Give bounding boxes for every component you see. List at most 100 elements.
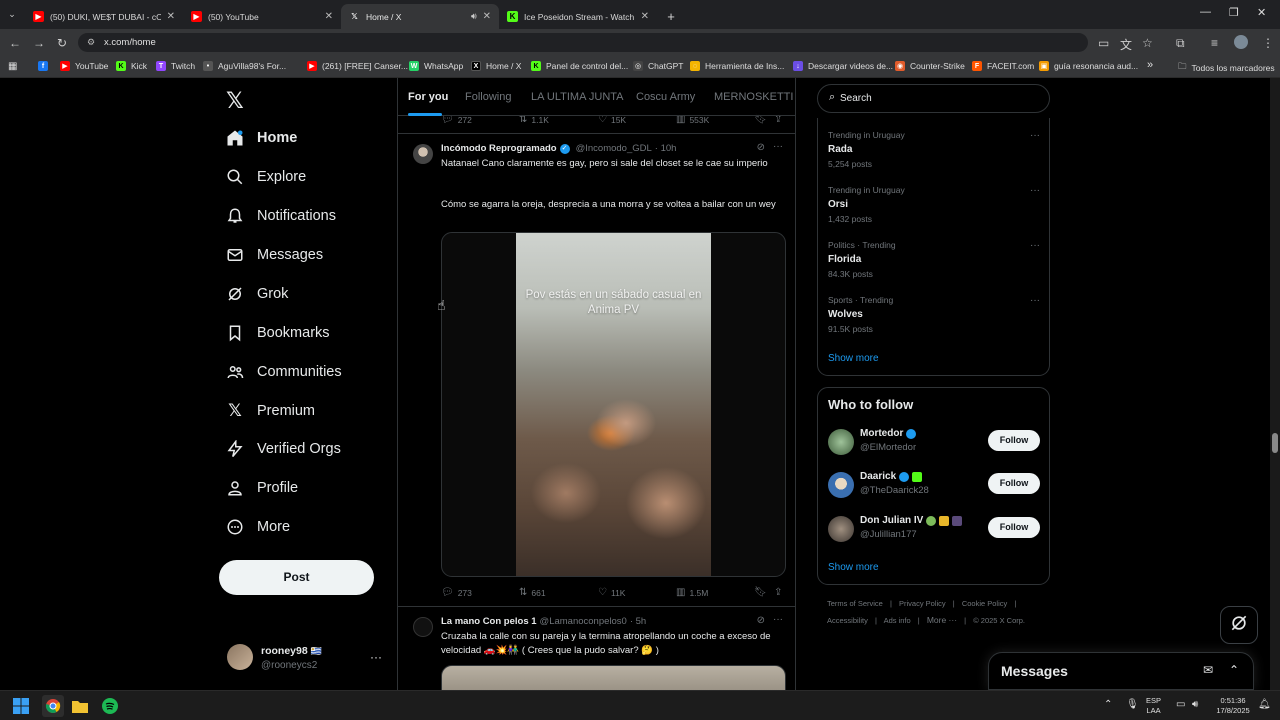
avatar[interactable]: [413, 617, 433, 637]
avatar[interactable]: [828, 429, 854, 455]
bookmark-descargar[interactable]: ↓ Descargar videos de...: [793, 61, 893, 71]
follow-button[interactable]: Follow: [988, 473, 1040, 494]
translate-icon[interactable]: 文: [1120, 36, 1132, 53]
tab-mernosketti[interactable]: MERNOSKETTI: [714, 91, 793, 103]
share-button[interactable]: ⇪: [774, 587, 786, 598]
show-more-link[interactable]: Show more: [828, 353, 879, 364]
bookmark-counter-strike[interactable]: ◉ Counter-Strike: [895, 61, 965, 71]
close-tab-icon[interactable]: ✕: [483, 11, 491, 22]
like-button[interactable]: ♡ 11K: [598, 587, 625, 598]
browser-tab-youtube[interactable]: ▶ (50) YouTube ✕: [183, 4, 341, 29]
chrome-menu-icon[interactable]: ⋮: [1262, 36, 1274, 50]
grok-button[interactable]: [1220, 606, 1258, 644]
sidebar-item-premium[interactable]: 𝕏 Premium: [226, 401, 315, 420]
account-menu-icon[interactable]: ···: [370, 650, 382, 664]
tweet-time[interactable]: · 5h: [630, 616, 646, 627]
new-message-icon[interactable]: ✉: [1203, 663, 1213, 677]
close-tab-icon[interactable]: ✕: [641, 11, 649, 22]
browser-tab-duki[interactable]: ▶ (50) DUKI, WE$T DUBAI - cONT ✕: [25, 4, 183, 29]
account-name[interactable]: rooney98 🇺🇾: [261, 645, 322, 657]
volume-icon[interactable]: 🔊︎: [1192, 700, 1198, 710]
avatar[interactable]: [413, 144, 433, 164]
file-explorer-icon[interactable]: [71, 697, 89, 715]
bookmark-kick[interactable]: K Kick: [116, 61, 147, 71]
more-options-icon[interactable]: ···: [1030, 130, 1040, 141]
close-tab-icon[interactable]: ✕: [167, 11, 175, 22]
windows-start-icon[interactable]: [12, 697, 30, 715]
follow-suggestion[interactable]: Mortedor @ElMortedor Follow: [828, 428, 1040, 458]
apps-icon[interactable]: ▦: [8, 61, 17, 72]
browser-tab-x-home[interactable]: 𝕏 Home / X 🔊︎ ✕: [341, 4, 499, 29]
sidebar-item-profile[interactable]: Profile: [226, 479, 298, 497]
tab-for-you[interactable]: For you: [408, 91, 448, 103]
author-name[interactable]: La mano Con pelos 1: [441, 616, 537, 627]
tweet-media[interactable]: Pov estás en un sábado casual en Anima P…: [441, 232, 786, 577]
extensions-icon[interactable]: ⧉: [1176, 36, 1185, 51]
address-bar[interactable]: ⚙ x.com/home: [78, 33, 1088, 52]
install-app-icon[interactable]: ▭: [1098, 36, 1109, 50]
sidebar-item-messages[interactable]: Messages: [226, 246, 323, 264]
sidebar-item-explore[interactable]: Explore: [226, 168, 306, 186]
bookmark-aguvilla[interactable]: • AguVilla98's For...: [203, 61, 286, 71]
microphone-icon[interactable]: 🎙︎: [1126, 700, 1139, 710]
bookmark-button[interactable]: 🔖︎: [754, 587, 771, 598]
views-button[interactable]: ▥ 1.5M: [676, 587, 708, 598]
bookmark-facebook[interactable]: f: [38, 61, 53, 71]
tab-search-button[interactable]: ⌄: [4, 6, 20, 22]
cookie-link[interactable]: Cookie Policy: [962, 599, 1007, 608]
author-handle[interactable]: @Lamanoconpelos0: [540, 616, 627, 627]
spotify-icon[interactable]: [101, 697, 119, 715]
all-bookmarks[interactable]: 🗀 Todos los marcadores: [1178, 61, 1275, 75]
bookmark-canser[interactable]: ▶ (261) [FREE] Canser...: [307, 61, 408, 71]
privacy-link[interactable]: Privacy Policy: [899, 599, 946, 608]
bookmark-chatgpt[interactable]: ◎ ChatGPT: [633, 61, 683, 71]
bookmark-herramienta[interactable]: ◌ Herramienta de Ins...: [690, 61, 784, 71]
restore-icon[interactable]: ❐: [1229, 6, 1239, 19]
follow-button[interactable]: Follow: [988, 430, 1040, 451]
repost-button[interactable]: ⇅ 661: [519, 587, 546, 598]
close-window-icon[interactable]: ✕: [1257, 6, 1266, 19]
bookmark-kick-panel[interactable]: K Panel de control del...: [531, 61, 628, 71]
bookmark-twitch[interactable]: T Twitch: [156, 61, 195, 71]
more-options-icon[interactable]: ···: [1030, 295, 1040, 306]
sidebar-item-communities[interactable]: Communities: [226, 363, 342, 381]
more-bookmarks-icon[interactable]: »: [1147, 59, 1153, 71]
browser-tab-kick[interactable]: K Ice Poseidon Stream - Watch Li ✕: [499, 4, 657, 29]
site-info-icon[interactable]: ⚙: [87, 33, 95, 52]
author-handle[interactable]: @Incomodo_GDL: [576, 143, 652, 154]
ads-info-link[interactable]: Ads info: [884, 616, 911, 625]
reload-icon[interactable]: ↻: [57, 36, 67, 50]
terms-link[interactable]: Terms of Service: [827, 599, 883, 608]
more-link[interactable]: More ···: [927, 615, 957, 625]
messages-drawer[interactable]: Messages ✉ ⌃: [988, 652, 1254, 690]
minimize-icon[interactable]: —: [1200, 6, 1211, 18]
follow-button[interactable]: Follow: [988, 517, 1040, 538]
sidebar-item-grok[interactable]: Grok: [226, 285, 288, 303]
network-icon[interactable]: ▭: [1176, 700, 1185, 710]
more-options-icon[interactable]: ···: [773, 614, 783, 625]
back-icon[interactable]: ←: [9, 36, 21, 50]
chevron-up-icon[interactable]: ⌃: [1104, 700, 1112, 710]
media-control-icon[interactable]: ≡: [1211, 36, 1218, 50]
reply-button[interactable]: 💬︎ 273: [441, 587, 472, 598]
bookmark-x-home[interactable]: X Home / X: [471, 61, 521, 71]
bookmark-star-icon[interactable]: ☆: [1142, 36, 1153, 50]
avatar[interactable]: [828, 516, 854, 542]
new-tab-button[interactable]: +: [662, 4, 680, 29]
chrome-icon[interactable]: [42, 695, 64, 717]
tab-following[interactable]: Following: [465, 91, 511, 103]
notification-icon[interactable]: 🔔︎: [1258, 700, 1271, 710]
bookmark-whatsapp[interactable]: W WhatsApp: [409, 61, 463, 71]
x-logo-icon[interactable]: 𝕏: [226, 88, 244, 114]
scrollbar-thumb[interactable]: [1272, 433, 1278, 453]
more-options-icon[interactable]: ···: [1030, 240, 1040, 251]
sidebar-item-notifications[interactable]: Notifications: [226, 207, 336, 225]
accessibility-link[interactable]: Accessibility: [827, 616, 868, 625]
author-name[interactable]: Incómodo Reprogramado: [441, 143, 557, 154]
trend-item[interactable]: Politics · Trending Florida 84.3K posts …: [828, 240, 1040, 279]
expand-icon[interactable]: ⌃: [1229, 663, 1239, 677]
trend-item[interactable]: Trending in Uruguay Rada 5,254 posts ···: [828, 130, 1040, 169]
grok-explain-icon[interactable]: ⊘: [757, 615, 765, 626]
follow-suggestion[interactable]: Don Julian IV @Julillian177 Follow: [828, 515, 1040, 545]
audio-playing-icon[interactable]: 🔊︎: [471, 11, 477, 22]
